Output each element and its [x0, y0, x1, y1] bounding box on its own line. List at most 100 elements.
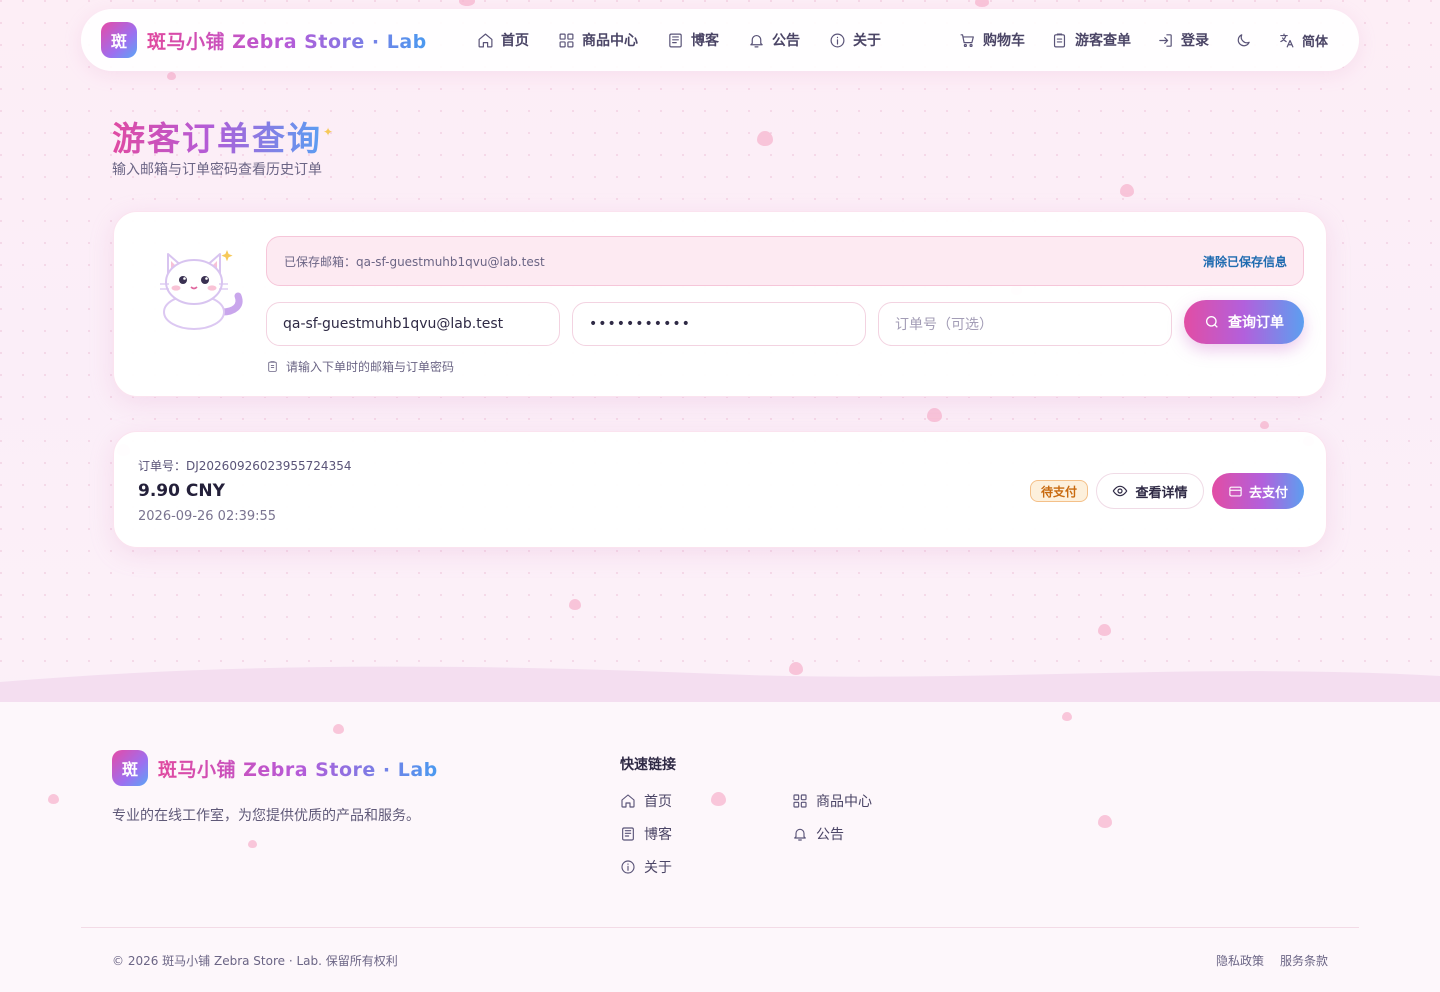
petal-decoration	[167, 72, 176, 80]
moon-icon	[1237, 33, 1250, 46]
view-detail-button[interactable]: 查看详情	[1096, 473, 1204, 509]
footer-description: 专业的在线工作室，为您提供优质的产品和服务。	[112, 808, 420, 824]
top-navbar: 斑 斑马小铺 Zebra Store · Lab 首页 商品中心 博客 公告 关…	[81, 9, 1359, 71]
quick-links-title: 快速链接	[620, 757, 676, 773]
nav-cart[interactable]: 购物车	[959, 30, 1025, 50]
login-icon	[1159, 33, 1172, 47]
petal-decoration	[48, 794, 59, 804]
petal-decoration	[975, 0, 989, 7]
nav-item-announcements[interactable]: 公告	[748, 30, 800, 50]
footer-logo: 斑	[112, 750, 148, 786]
petal-decoration	[248, 840, 257, 848]
query-order-button[interactable]: 查询订单	[1184, 300, 1304, 344]
footer-brand[interactable]: 斑 斑马小铺 Zebra Store · Lab	[112, 750, 438, 786]
footer-link-blog[interactable]: 博客	[620, 824, 672, 844]
right-menu: 购物车 游客查单 登录 简体	[933, 9, 1328, 71]
footer-link-products[interactable]: 商品中心	[792, 791, 872, 811]
query-hint-text: 请输入下单时的邮箱与订单密码	[286, 360, 455, 374]
footer: 斑 斑马小铺 Zebra Store · Lab 专业的在线工作室，为您提供优质…	[0, 702, 1440, 992]
status-badge: 待支付	[1030, 480, 1089, 502]
order-number: 订单号：DJ20260926023955724354	[138, 459, 352, 473]
nav-guest-order[interactable]: 游客查单	[1051, 30, 1131, 50]
petal-decoration	[333, 724, 344, 734]
page-title: 游客订单查询	[112, 112, 322, 160]
email-input[interactable]: qa-sf-guestmuhb1qvu@lab.test	[266, 302, 560, 346]
privacy-policy-link[interactable]: 隐私政策	[1216, 952, 1264, 969]
order-time: 2026-09-26 02:39:55	[138, 509, 277, 524]
saved-email-bar: 已保存邮箱：qa-sf-guestmuhb1qvu@lab.test 清除已保存…	[266, 236, 1304, 286]
newspaper-icon	[622, 827, 634, 841]
saved-email-text: 已保存邮箱：qa-sf-guestmuhb1qvu@lab.test	[284, 254, 545, 269]
nav-item-label: 博客	[691, 33, 719, 49]
nav-item-blog[interactable]: 博客	[667, 30, 719, 50]
footer-brand-name: 斑马小铺 Zebra Store · Lab	[158, 755, 438, 782]
grid-icon	[793, 794, 807, 808]
query-hint: 请输入下单时的邮箱与订单密码	[266, 358, 454, 375]
footer-link-label: 博客	[644, 827, 672, 843]
footer-link-announcements[interactable]: 公告	[792, 824, 844, 844]
petal-decoration	[927, 408, 942, 422]
home-icon	[478, 33, 493, 47]
language-label: 简体	[1301, 34, 1328, 50]
petal-decoration	[569, 599, 581, 610]
info-icon	[621, 860, 635, 874]
nav-item-about[interactable]: 关于	[829, 30, 881, 50]
order-amount: 9.90 CNY	[138, 481, 225, 501]
footer-link-label: 首页	[644, 794, 672, 810]
bell-icon	[750, 34, 763, 47]
eye-icon	[1113, 485, 1128, 497]
nav-cart-label: 购物车	[982, 33, 1025, 49]
nav-item-label: 商品中心	[582, 33, 638, 49]
view-detail-label: 查看详情	[1135, 485, 1188, 501]
language-switch[interactable]: 简体	[1278, 31, 1328, 50]
search-icon	[1206, 316, 1218, 328]
info-icon	[830, 33, 845, 47]
petal-decoration	[1098, 815, 1112, 828]
nav-login-label: 登录	[1180, 33, 1209, 49]
brand-name[interactable]: 斑马小铺 Zebra Store · Lab	[147, 27, 427, 54]
footer-divider	[81, 927, 1359, 928]
terms-link[interactable]: 服务条款	[1280, 952, 1328, 969]
clear-saved-button[interactable]: 清除已保存信息	[1203, 253, 1287, 270]
nav-item-label: 关于	[853, 33, 881, 49]
footer-link-label: 关于	[644, 860, 672, 876]
petal-decoration	[459, 0, 475, 6]
nav-item-products[interactable]: 商品中心	[558, 30, 638, 50]
pay-label: 去支付	[1248, 485, 1288, 501]
nav-guest-order-label: 游客查单	[1074, 33, 1131, 49]
nav-item-label: 首页	[501, 33, 529, 49]
translate-icon	[1280, 33, 1294, 47]
sparkle-icon: ✦	[323, 125, 334, 139]
home-icon	[621, 794, 635, 808]
grid-icon	[559, 33, 574, 47]
footer-link-label: 公告	[816, 827, 844, 843]
copyright: © 2026 斑马小铺 Zebra Store · Lab. 保留所有权利	[112, 954, 398, 968]
petal-decoration	[1062, 712, 1072, 721]
order-result-card: 订单号：DJ20260926023955724354 9.90 CNY 2026…	[113, 431, 1327, 548]
order-no-input[interactable]: 订单号（可选）	[878, 302, 1172, 346]
nav-item-label: 公告	[772, 33, 800, 49]
petal-decoration	[711, 792, 726, 806]
petal-decoration	[1120, 184, 1134, 197]
query-order-label: 查询订单	[1228, 315, 1284, 331]
footer-link-about[interactable]: 关于	[620, 857, 672, 877]
petal-decoration	[1260, 421, 1269, 429]
theme-toggle[interactable]	[1235, 32, 1252, 49]
pay-button[interactable]: 去支付	[1212, 473, 1304, 509]
brand-logo[interactable]: 斑	[101, 22, 137, 58]
footer-link-home[interactable]: 首页	[620, 791, 672, 811]
clipboard-icon	[268, 361, 277, 372]
cat-mascot-icon	[160, 250, 243, 330]
order-query-card: 已保存邮箱：qa-sf-guestmuhb1qvu@lab.test 清除已保存…	[113, 211, 1327, 397]
clipboard-icon	[1053, 33, 1066, 47]
petal-decoration	[1098, 624, 1111, 636]
password-input[interactable]: •••••••••••	[572, 302, 866, 346]
footer-wave	[0, 666, 1440, 704]
page-subtitle: 输入邮箱与订单密码查看历史订单	[112, 162, 322, 178]
nav-login[interactable]: 登录	[1157, 30, 1209, 50]
cart-icon	[960, 33, 974, 47]
nav-item-home[interactable]: 首页	[477, 30, 529, 50]
petal-decoration	[757, 131, 773, 146]
bell-icon	[794, 828, 806, 841]
footer-link-label: 商品中心	[816, 794, 872, 810]
